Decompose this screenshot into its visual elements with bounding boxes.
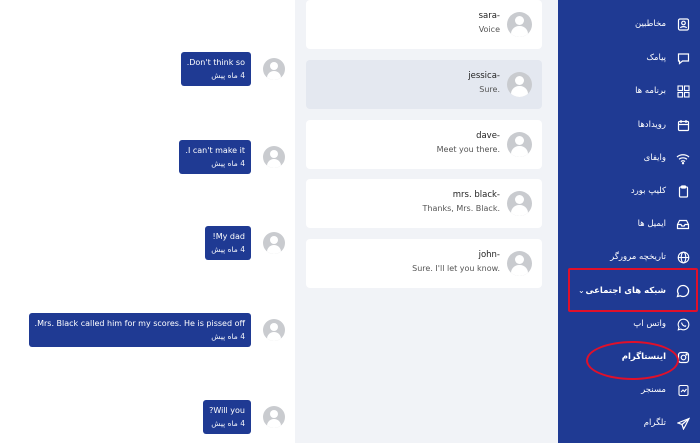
message-item: Will you? 4 ماه پیش — [203, 400, 285, 434]
contact-text: mrs. black- Thanks, Mrs. Black. — [423, 189, 500, 215]
sidebar-item-label: برنامه ها — [635, 86, 666, 96]
message-bubble: Don't think so. 4 ماه پیش — [180, 52, 251, 86]
message-text: Will you? — [209, 406, 245, 415]
contact-preview: Sure. — [479, 85, 500, 94]
contacts-list: sara- Voice jessica- Sure. dave- Meet yo… — [295, 0, 558, 443]
telegram-icon — [676, 416, 690, 430]
avatar — [507, 72, 532, 97]
sidebar-item-wifi[interactable]: وایفای — [558, 143, 700, 173]
avatar — [263, 146, 285, 168]
contact-text: dave- Meet you there. — [437, 130, 500, 156]
contact-name: jessica- — [468, 71, 500, 81]
contact-card[interactable]: mrs. black- Thanks, Mrs. Black. — [306, 179, 542, 228]
contact-name: john- — [478, 250, 500, 260]
sidebar-item-label: وایفای — [643, 153, 666, 163]
messenger-icon — [676, 383, 690, 397]
avatar — [263, 232, 285, 254]
message-text: Don't think so. — [186, 58, 245, 67]
message-item: Mrs. Black called him for my scores. He … — [28, 313, 285, 347]
message-time: 4 ماه پیش — [211, 245, 245, 254]
chat-panel: Don't think so. 4 ماه پیش I can't make i… — [0, 0, 295, 443]
contact-text: john- Sure. I'll let you know. — [412, 249, 500, 275]
sidebar-item-sms[interactable]: پیامک — [558, 43, 700, 73]
contact-preview: Voice — [478, 25, 500, 34]
sidebar-item-apps[interactable]: برنامه ها — [558, 76, 700, 106]
sidebar-item-contacts[interactable]: مخاطبین — [558, 9, 700, 39]
message-time: 4 ماه پیش — [211, 332, 245, 341]
message-text: My dad! — [212, 232, 245, 241]
contact-preview: Sure. I'll let you know. — [412, 264, 500, 273]
avatar — [507, 132, 532, 157]
sidebar-item-label: مسنجر — [641, 385, 666, 395]
message-bubble: Mrs. Black called him for my scores. He … — [28, 313, 251, 347]
contact-text: sara- Voice — [479, 10, 500, 36]
highlight-box — [568, 268, 698, 312]
whatsapp-icon — [676, 317, 690, 331]
contact-text: jessica- Sure. — [468, 70, 500, 96]
sidebar-item-events[interactable]: رویدادها — [558, 110, 700, 140]
message-text: I can't make it. — [185, 146, 245, 155]
sidebar-item-label: تاریخچه مرورگر — [610, 252, 666, 262]
contact-card[interactable]: john- Sure. I'll let you know. — [306, 239, 542, 288]
avatar — [263, 58, 285, 80]
sidebar-item-clipboard[interactable]: کلیپ بورد — [558, 176, 700, 206]
contact-name: mrs. black- — [452, 190, 500, 200]
sidebar-item-label: واتس اپ — [633, 319, 666, 329]
avatar — [507, 251, 532, 276]
message-bubble: Will you? 4 ماه پیش — [203, 400, 251, 434]
sidebar-item-telegram[interactable]: تلگرام — [558, 408, 700, 438]
sidebar-item-label: پیامک — [646, 53, 666, 63]
sidebar-item-label: مخاطبین — [635, 19, 666, 29]
sidebar-item-label: کلیپ بورد — [630, 186, 666, 196]
contact-card[interactable]: jessica- Sure. — [306, 60, 542, 109]
sidebar-item-label: تلگرام — [643, 418, 666, 428]
highlight-ellipse — [586, 341, 679, 380]
message-bubble: I can't make it. 4 ماه پیش — [179, 140, 251, 174]
avatar — [263, 406, 285, 428]
contact-card[interactable]: dave- Meet you there. — [306, 120, 542, 169]
contact-name: dave- — [476, 131, 500, 141]
sidebar-item-label: ایمیل ها — [637, 219, 666, 229]
message-text: Mrs. Black called him for my scores. He … — [34, 319, 245, 328]
wifi-icon — [676, 151, 690, 165]
message-item: My dad! 4 ماه پیش — [205, 226, 285, 260]
sidebar-item-emails[interactable]: ایمیل ها — [558, 209, 700, 239]
message-item: Don't think so. 4 ماه پیش — [180, 52, 285, 86]
contact-card[interactable]: sara- Voice — [306, 0, 542, 49]
message-time: 4 ماه پیش — [211, 159, 245, 168]
contacts-icon — [676, 17, 690, 31]
message-item: I can't make it. 4 ماه پیش — [179, 140, 285, 174]
apps-icon — [676, 84, 690, 98]
contact-preview: Thanks, Mrs. Black. — [422, 204, 500, 213]
sidebar-item-label: رویدادها — [637, 120, 666, 130]
clipboard-icon — [676, 184, 690, 198]
message-bubble: My dad! 4 ماه پیش — [205, 226, 251, 260]
email-icon — [676, 217, 690, 231]
contact-name: sara- — [478, 11, 500, 21]
avatar — [507, 12, 532, 37]
avatar — [507, 191, 532, 216]
avatar — [263, 319, 285, 341]
sidebar-item-whatsapp[interactable]: واتس اپ — [558, 309, 700, 339]
message-time: 4 ماه پیش — [211, 419, 245, 428]
message-time: 4 ماه پیش — [211, 71, 245, 80]
sms-icon — [676, 51, 690, 65]
calendar-icon — [676, 118, 690, 132]
contact-preview: Meet you there. — [436, 145, 500, 154]
globe-icon — [676, 250, 690, 264]
